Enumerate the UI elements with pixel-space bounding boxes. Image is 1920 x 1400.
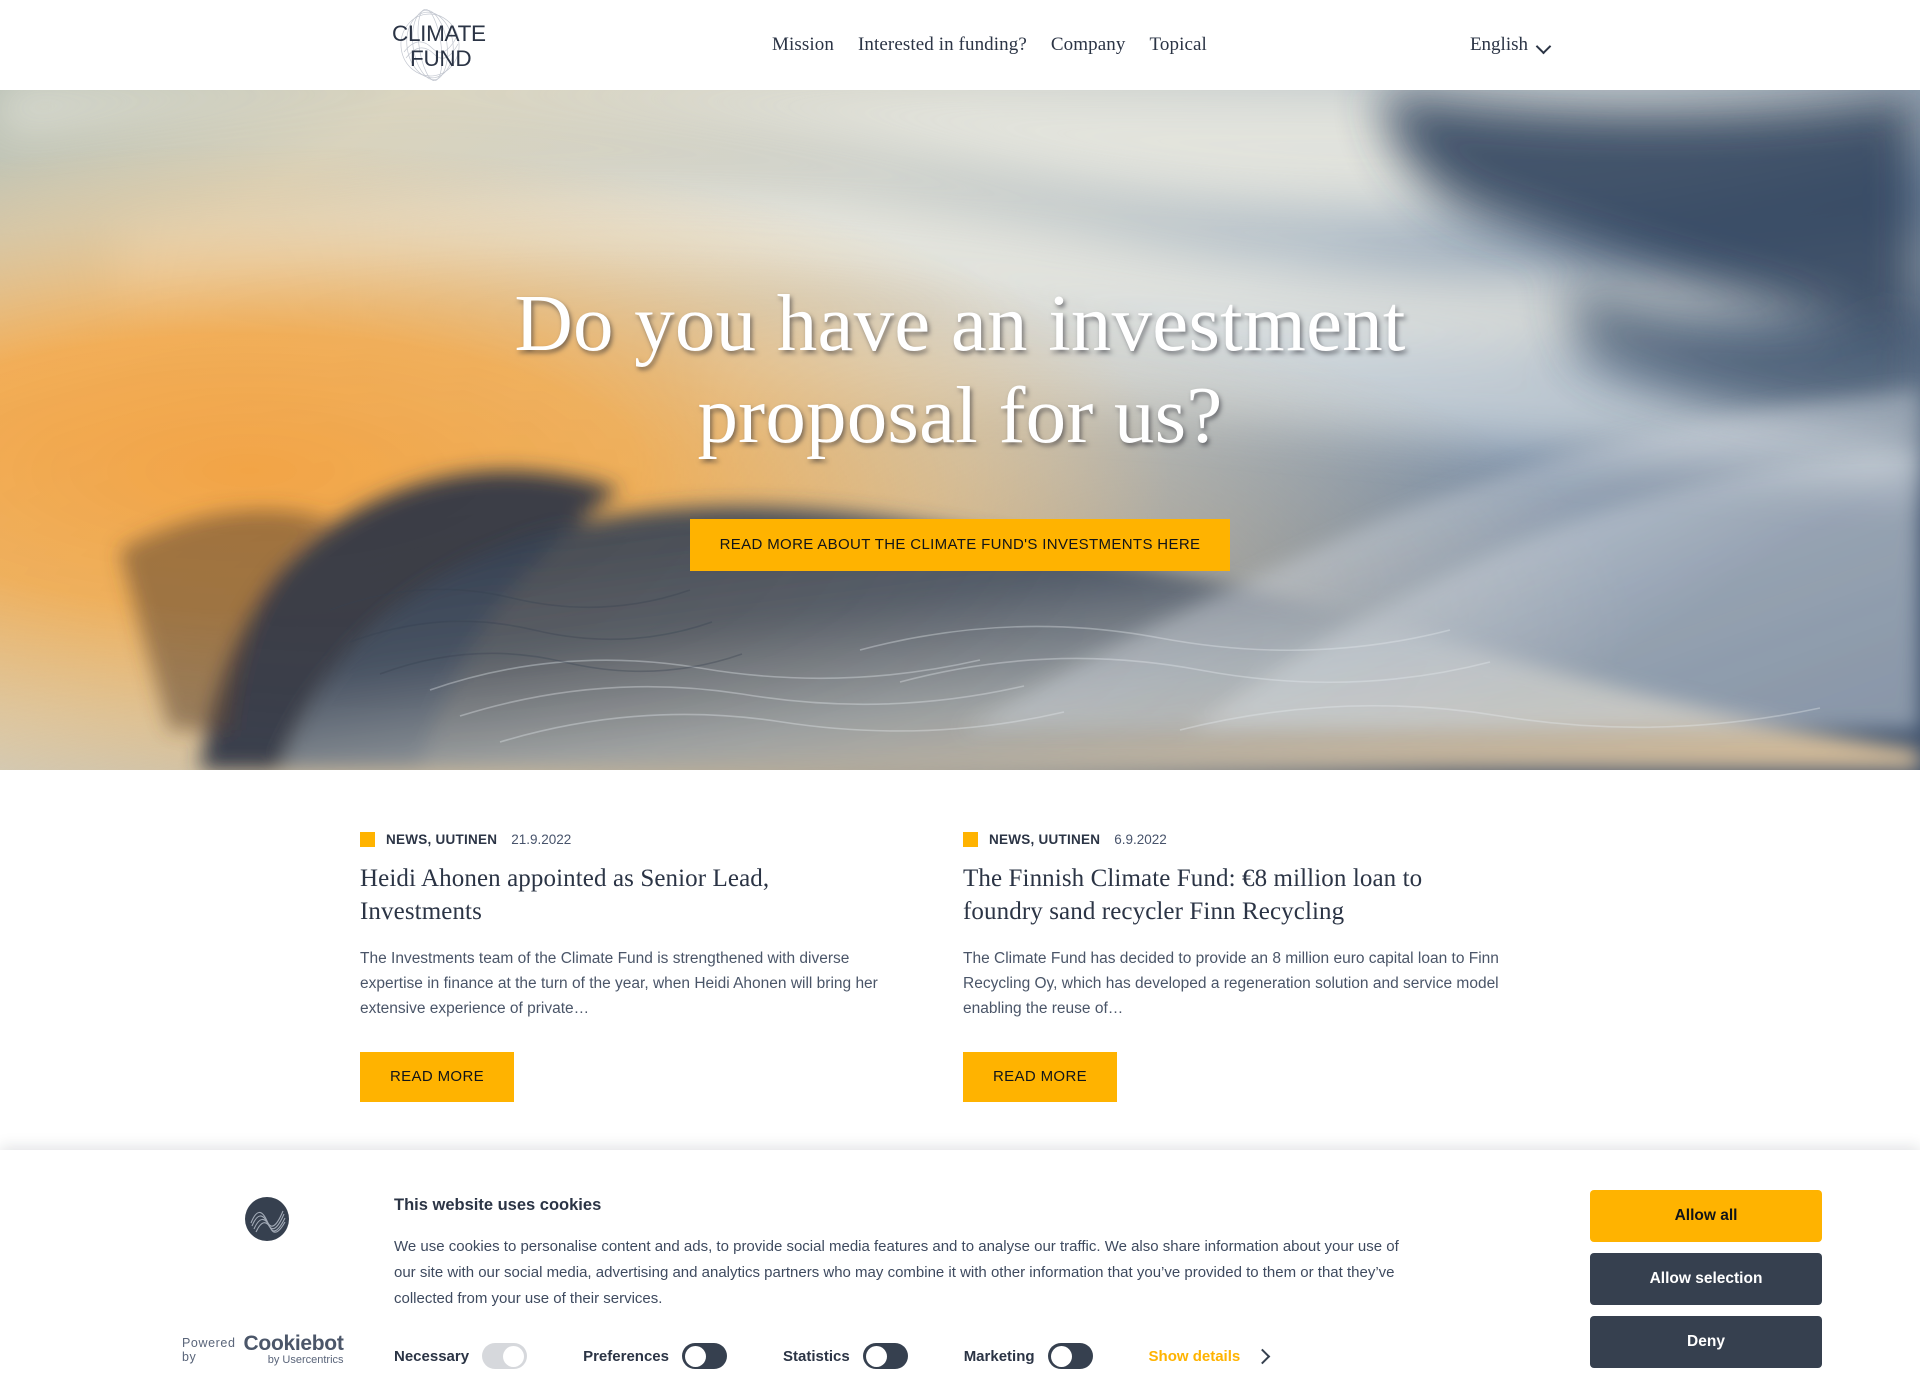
news-excerpt: The Investments team of the Climate Fund… (360, 949, 878, 1017)
toggle-label-preferences: Preferences (583, 1347, 669, 1365)
news-card: NEWS, UUTINEN 6.9.2022 The Finnish Clima… (963, 832, 1560, 1102)
read-more-button[interactable]: READ MORE (963, 1051, 1117, 1102)
chevron-down-icon (1537, 41, 1550, 49)
toggle-label-marketing: Marketing (963, 1347, 1035, 1365)
cookie-banner-body: We use cookies to personalise content an… (394, 1238, 1399, 1307)
climate-fund-circle-logo (245, 1197, 289, 1241)
toggle-marketing[interactable] (1047, 1343, 1093, 1370)
climate-fund-wave-logo: CLIMATE FUND (392, 8, 486, 82)
deny-button[interactable]: Deny (1590, 1316, 1822, 1368)
news-category: NEWS, UUTINEN (989, 832, 1101, 847)
cookiebot-brand-sub: by Usercentrics (267, 1354, 344, 1366)
show-details-link[interactable]: Show details (1149, 1348, 1269, 1365)
chevron-right-icon (1256, 1350, 1268, 1362)
svg-text:CLIMATE: CLIMATE (392, 21, 486, 46)
allow-all-button[interactable]: Allow all (1590, 1190, 1822, 1242)
toggle-preferences[interactable] (681, 1343, 727, 1370)
category-marker-icon (963, 832, 978, 847)
nav-item-company[interactable]: Company (1051, 34, 1126, 56)
cookie-logo-column: Powered by Cookiebot by Usercentrics (0, 1150, 344, 1400)
cookiebot-brand: Cookiebot by Usercentrics (244, 1333, 344, 1366)
main-navigation: Mission Interested in funding? Company T… (772, 0, 1207, 90)
site-header: CLIMATE FUND Mission Interested in fundi… (0, 0, 1920, 90)
cookie-banner-buttons: Allow all Allow selection Deny (1590, 1150, 1920, 1368)
toggle-label-statistics: Statistics (782, 1347, 850, 1365)
language-selector[interactable]: English (1470, 0, 1550, 90)
site-logo[interactable]: CLIMATE FUND (382, 8, 517, 82)
news-meta: NEWS, UUTINEN 6.9.2022 (963, 832, 1500, 847)
news-grid: NEWS, UUTINEN 21.9.2022 Heidi Ahonen app… (360, 832, 1560, 1102)
show-details-label: Show details (1148, 1347, 1241, 1365)
toggle-necessary[interactable] (482, 1343, 528, 1370)
toggle-group-statistics: Statistics (782, 1343, 908, 1370)
news-meta: NEWS, UUTINEN 21.9.2022 (360, 832, 897, 847)
toggle-label-necessary: Necessary (394, 1347, 470, 1365)
news-date: 21.9.2022 (511, 832, 572, 847)
svg-text:FUND: FUND (410, 46, 471, 71)
news-title[interactable]: The Finnish Climate Fund: €8 million loa… (963, 862, 1500, 929)
hero-title: Do you have an investment proposal for u… (514, 278, 1406, 460)
toggle-statistics[interactable] (862, 1343, 908, 1370)
nav-item-funding[interactable]: Interested in funding? (858, 34, 1027, 56)
language-label: English (1469, 34, 1528, 55)
hero-section: Do you have an investment proposal for u… (0, 90, 1920, 770)
news-title[interactable]: Heidi Ahonen appointed as Senior Lead, I… (360, 862, 897, 929)
nav-item-topical[interactable]: Topical (1149, 34, 1206, 56)
news-excerpt: The Climate Fund has decided to provide … (963, 949, 1499, 1017)
nav-item-mission[interactable]: Mission (772, 34, 834, 56)
powered-by-cookiebot: Powered by Cookiebot by Usercentrics (182, 1333, 344, 1366)
news-section: NEWS, UUTINEN 21.9.2022 Heidi Ahonen app… (0, 770, 1920, 1102)
toggle-group-necessary: Necessary (394, 1343, 528, 1370)
news-category: NEWS, UUTINEN (386, 832, 498, 847)
cookie-banner-heading: This website uses cookies (394, 1196, 602, 1214)
hero-cta-button[interactable]: READ MORE ABOUT THE CLIMATE FUND'S INVES… (689, 519, 1231, 572)
cookie-banner-main: This website uses cookies We use cookies… (190, 1150, 1590, 1370)
toggle-group-preferences: Preferences (583, 1343, 727, 1370)
category-marker-icon (360, 832, 375, 847)
news-card: NEWS, UUTINEN 21.9.2022 Heidi Ahonen app… (360, 832, 957, 1102)
read-more-button[interactable]: READ MORE (360, 1051, 514, 1102)
cookie-consent-banner: Powered by Cookiebot by Usercentrics Thi… (0, 1150, 1920, 1400)
toggle-group-marketing: Marketing (963, 1343, 1093, 1370)
powered-by-label: Powered by (182, 1335, 236, 1364)
cookiebot-brand-name: Cookiebot (243, 1332, 344, 1355)
news-date: 6.9.2022 (1114, 832, 1167, 847)
hero-content: Do you have an investment proposal for u… (0, 90, 1920, 770)
cookie-category-toggles: Necessary Preferences Statistics Marketi… (394, 1343, 1590, 1370)
allow-selection-button[interactable]: Allow selection (1590, 1253, 1822, 1305)
